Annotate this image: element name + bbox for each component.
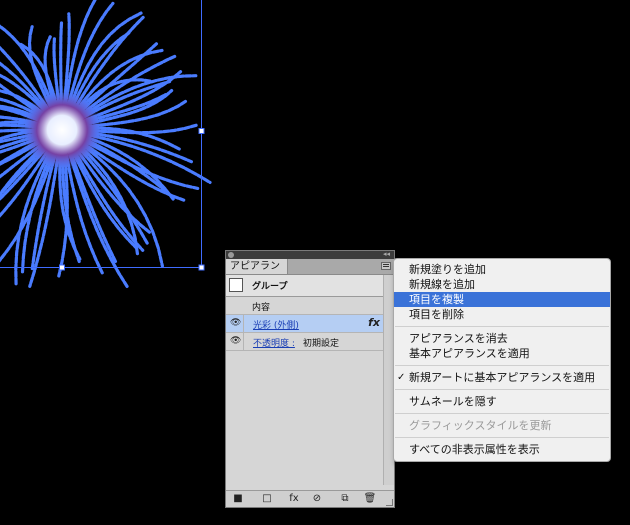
check-icon: ✓ <box>397 372 406 383</box>
group-label: グループ <box>252 282 288 292</box>
panel-menu-icon[interactable] <box>381 262 391 270</box>
menu-item-clear-appearance[interactable]: アピアランスを消去 <box>394 331 610 346</box>
resize-handle[interactable] <box>386 499 393 506</box>
opacity-row[interactable]: 👁 不透明度 : 初期設定 <box>226 333 384 351</box>
menu-item-show-all-hidden-attributes[interactable]: すべての非表示属性を表示 <box>394 442 610 457</box>
new-art-icon[interactable]: ■ <box>229 493 247 505</box>
menu-item-hide-thumbnail[interactable]: サムネールを隠す <box>394 394 610 409</box>
panel-title-bar[interactable]: ◂◂ <box>226 250 394 259</box>
close-icon[interactable] <box>228 252 234 258</box>
eye-icon: 👁 <box>230 318 242 328</box>
collapse-icon[interactable]: ◂◂ <box>383 250 390 259</box>
menu-item-reduce-to-basic[interactable]: 基本アピアランスを適用 <box>394 346 610 361</box>
menu-separator <box>395 389 609 390</box>
contents-label: 内容 <box>252 303 271 313</box>
contents-row[interactable]: 内容 <box>226 297 384 315</box>
menu-item-add-new-stroke[interactable]: 新規線を追加 <box>394 277 610 292</box>
menu-separator <box>395 437 609 438</box>
visibility-toggle[interactable]: 👁 <box>226 333 244 350</box>
selection-handle-bottom <box>59 264 65 271</box>
square-icon[interactable]: □ <box>258 493 276 505</box>
panel-tab-bar: アピアランス <box>226 259 394 287</box>
menu-separator <box>395 365 609 366</box>
menu-separator <box>395 413 609 414</box>
appearance-list: グループ 内容 👁 光彩 (外側) fx 👁 不透明度 : 初期設定 <box>226 275 384 351</box>
opacity-label[interactable]: 不透明度 : <box>253 336 295 349</box>
panel-flyout-menu: 新規塗りを追加 新規線を追加 項目を複製 項目を削除 アピアランスを消去 基本ア… <box>393 258 611 462</box>
menu-item-add-new-fill[interactable]: 新規塗りを追加 <box>394 262 610 277</box>
opacity-value: 初期設定 <box>303 339 340 349</box>
menu-item-new-art-basic-appearance[interactable]: ✓ 新規アートに基本アピアランスを適用 <box>394 370 610 385</box>
panel-footer: ■ □ fx ⊘ ⧉ 🗑 <box>226 490 394 507</box>
fx-icon[interactable]: fx <box>285 493 303 505</box>
menu-item-duplicate-item[interactable]: 項目を複製 <box>394 292 610 307</box>
tab-appearance[interactable]: アピアランス <box>226 259 288 287</box>
eye-icon: 👁 <box>230 336 242 346</box>
menu-item-label: 新規アートに基本アピアランスを適用 <box>409 371 596 384</box>
group-row[interactable]: グループ <box>226 275 384 297</box>
thumbnail <box>229 278 243 292</box>
fx-icon[interactable]: fx <box>368 316 380 329</box>
duplicate-icon[interactable]: ⧉ <box>336 493 354 505</box>
menu-item-redefine-graphic-style: グラフィックスタイルを更新 <box>409 419 552 432</box>
effect-label[interactable]: 光彩 (外側) <box>253 318 299 331</box>
appearance-panel: ◂◂ アピアランス グループ 内容 👁 光彩 (外側) fx 👁 不透明度 : … <box>225 250 395 508</box>
selection-handle-corner <box>198 264 205 271</box>
menu-item-remove-item[interactable]: 項目を削除 <box>394 307 610 322</box>
menu-separator <box>395 326 609 327</box>
visibility-toggle[interactable]: 👁 <box>226 315 244 332</box>
firework-core <box>20 88 104 172</box>
trash-icon[interactable]: 🗑 <box>361 493 379 505</box>
selection-handle-right <box>198 128 205 134</box>
effect-row-outer-glow[interactable]: 👁 光彩 (外側) fx <box>226 315 384 333</box>
clear-icon[interactable]: ⊘ <box>308 493 326 505</box>
